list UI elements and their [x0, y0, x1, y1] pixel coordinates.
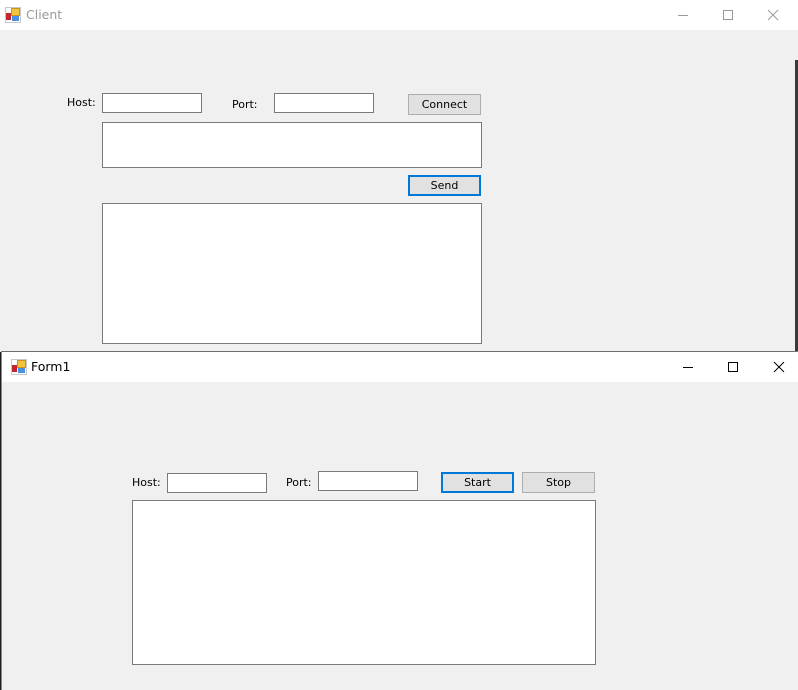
host-input[interactable] [167, 473, 267, 493]
host-input[interactable] [102, 93, 202, 113]
port-input[interactable] [318, 471, 418, 491]
maximize-icon [728, 362, 738, 372]
app-icon [5, 7, 21, 23]
close-button[interactable] [750, 0, 796, 30]
client-window: Client Host: Port: Connect Send [0, 0, 798, 352]
stop-button[interactable]: Stop [522, 472, 595, 493]
maximize-button[interactable] [710, 352, 756, 382]
message-input[interactable] [102, 122, 482, 168]
port-input[interactable] [274, 93, 374, 113]
form1-window: Form1 Host: Port: Start Stop [1, 351, 798, 690]
minimize-button[interactable] [665, 352, 711, 382]
send-button[interactable]: Send [408, 175, 481, 196]
host-label: Host: [67, 96, 96, 109]
start-button[interactable]: Start [441, 472, 514, 493]
minimize-icon [678, 15, 688, 16]
close-button[interactable] [756, 352, 798, 382]
client-log-textbox[interactable] [102, 203, 482, 344]
close-icon [773, 361, 785, 373]
server-log-textbox[interactable] [132, 500, 596, 665]
maximize-icon [723, 10, 733, 20]
window-title: Client [26, 7, 63, 22]
window-title: Form1 [31, 359, 71, 374]
host-label: Host: [132, 476, 161, 489]
maximize-button[interactable] [705, 0, 751, 30]
port-label: Port: [286, 476, 312, 489]
connect-button[interactable]: Connect [408, 94, 481, 115]
client-titlebar[interactable]: Client [0, 0, 798, 30]
port-label: Port: [232, 98, 258, 111]
app-icon [11, 359, 27, 375]
form1-titlebar[interactable]: Form1 [2, 352, 798, 382]
minimize-button[interactable] [660, 0, 706, 30]
minimize-icon [683, 367, 693, 368]
close-icon [767, 9, 779, 21]
